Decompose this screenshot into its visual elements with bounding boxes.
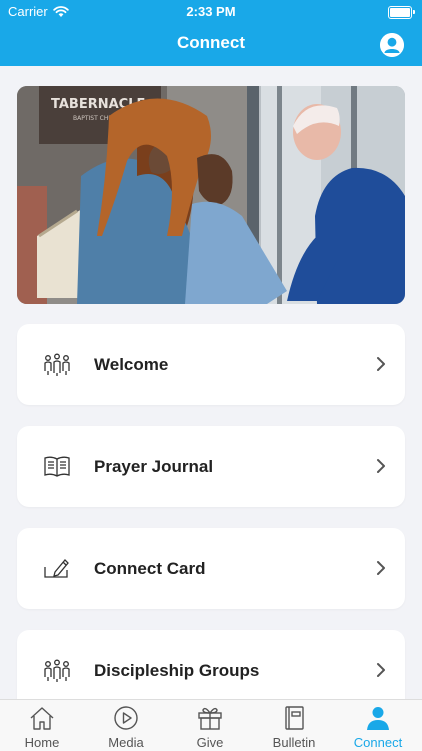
- menu-item-label: Prayer Journal: [94, 457, 214, 476]
- chevron-right-icon: [377, 663, 385, 677]
- header-bar: Carrier 2:33 PM Connect: [0, 0, 422, 66]
- tab-label: Home: [24, 735, 60, 750]
- home-icon: [30, 707, 54, 730]
- tab-home[interactable]: Home: [0, 700, 84, 751]
- chevron-right-icon: [377, 561, 385, 575]
- status-bar: Carrier 2:33 PM: [0, 0, 422, 22]
- tab-give[interactable]: Give: [168, 700, 252, 751]
- hero-photo: TABERNACLE BAPTIST CHURCH: [17, 86, 405, 304]
- tab-label: Media: [108, 735, 144, 750]
- menu-item-label: Welcome: [94, 355, 169, 374]
- tab-bulletin[interactable]: Bulletin: [252, 700, 336, 751]
- play-circle-icon: [114, 706, 138, 730]
- status-time: 2:33 PM: [186, 4, 236, 19]
- book-icon: [285, 706, 304, 730]
- menu-item-connect-card[interactable]: Connect Card: [17, 528, 405, 609]
- tab-bar: Home Media Give Bulletin Connect: [0, 699, 422, 751]
- profile-button[interactable]: [380, 33, 404, 57]
- tab-label: Bulletin: [272, 735, 316, 750]
- battery-icon: [388, 6, 415, 19]
- tab-connect[interactable]: Connect: [336, 700, 420, 751]
- gift-icon: [198, 707, 222, 730]
- person-icon: [367, 707, 389, 730]
- hero-image: TABERNACLE BAPTIST CHURCH: [17, 86, 405, 304]
- open-book-icon: [44, 456, 70, 477]
- tab-media[interactable]: Media: [84, 700, 168, 751]
- people-group-icon: [44, 353, 70, 376]
- menu-item-prayer-journal[interactable]: Prayer Journal: [17, 426, 405, 507]
- menu-item-label: Connect Card: [94, 559, 206, 578]
- chevron-right-icon: [377, 357, 385, 371]
- chevron-right-icon: [377, 459, 385, 473]
- tab-label: Connect: [353, 735, 403, 750]
- people-group-icon: [44, 659, 70, 682]
- edit-card-icon: [44, 559, 69, 578]
- user-avatar-icon: [380, 33, 404, 57]
- tab-label: Give: [196, 735, 224, 750]
- menu-item-welcome[interactable]: Welcome: [17, 324, 405, 405]
- menu-item-label: Discipleship Groups: [94, 661, 260, 680]
- page-title: Connect: [177, 33, 245, 52]
